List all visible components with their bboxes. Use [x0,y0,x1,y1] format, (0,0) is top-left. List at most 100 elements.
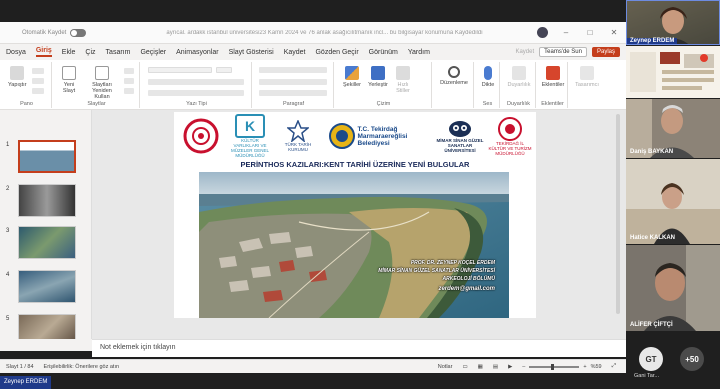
municipality-seal-icon [328,123,355,149]
present-in-teams-button[interactable]: Teams'de Sun [539,47,587,57]
zoom-out-icon[interactable]: – [522,364,525,370]
participant-tile[interactable]: Hatice KALKAN [626,159,720,244]
share-button[interactable]: Paylaş [591,47,620,57]
tab-gecisler[interactable]: Geçişler [140,49,166,56]
caption-author: PROF. DR. ZEYNEP KOÇEL ERDEM [410,260,495,266]
slide-thumbnail[interactable] [18,140,76,173]
reuse-slides-icon [95,66,109,80]
shapes-button[interactable]: Şekiller [340,66,364,88]
list-buttons[interactable] [259,67,327,73]
caption-email: zerdem@gmail.com [438,286,495,292]
group-label-yazi-tipi: Yazı Tipi [186,101,207,107]
tab-kaydet[interactable]: Kaydet [284,49,306,56]
reuse-slides-button[interactable]: Slaytları Yeniden Kullan [84,66,120,100]
more-participants-button[interactable]: +50 [680,347,704,371]
addins-button[interactable]: Eklentiler [540,66,566,88]
slide-thumbnail[interactable] [18,270,76,303]
tab-yardim[interactable]: Yardım [408,49,430,56]
close-icon[interactable]: ✕ [602,28,626,37]
tab-ekle[interactable]: Ekle [62,49,76,56]
participant-tile[interactable]: Zeynep ERDEM [626,0,720,45]
zoom-level[interactable]: %59 [591,364,602,370]
slide-thumbnail[interactable] [18,226,76,259]
record-button[interactable]: Kaydet [515,49,534,55]
reading-view-icon[interactable]: ▤ [493,364,498,370]
sensitivity-button[interactable]: Duyarlılık [504,66,534,88]
ttk-text: TÜRK TARİH KURUMU [284,142,312,152]
slide-thumbnails-pane: 1 2 3 4 5 6 [0,110,92,339]
layout-icon[interactable] [124,68,134,74]
ttk-logo: TÜRK TARİH KURUMU [278,114,318,158]
tab-giris[interactable]: Giriş [35,47,52,57]
minimize-icon[interactable]: – [554,28,578,37]
tab-slayt-gosterisi[interactable]: Slayt Gösterisi [229,49,274,56]
participant-name: Daniş BAYKAN [630,149,674,155]
caption-university: MİMAR SİNAN GÜZEL SANATLAR ÜNİVERSİTESİ [378,268,495,274]
thumb-number: 2 [6,186,10,192]
zoom-in-icon[interactable]: + [583,364,586,370]
kvmgm-icon: K [235,114,265,138]
reset-icon[interactable] [124,78,134,84]
zoom-slider[interactable] [529,363,580,370]
autosave-toggle[interactable] [70,28,87,37]
align-buttons[interactable] [259,79,327,85]
designer-label: Tasarımcı [575,82,599,88]
normal-view-icon[interactable]: ▭ [462,364,467,370]
microphone-icon [484,66,492,80]
tab-gozden-gecir[interactable]: Gözden Geçir [315,49,358,56]
tab-dosya[interactable]: Dosya [6,49,26,56]
group-label-paragraf: Paragraf [282,101,305,107]
tab-gorunum[interactable]: Görünüm [369,49,398,56]
slide-thumbnail[interactable] [18,184,76,217]
tab-tasarim[interactable]: Tasarım [106,49,131,56]
notes-toggle[interactable]: Notlar [438,364,453,370]
kvmgm-logo: K KÜLTÜR VARLIKLARI VE MÜZELER GENEL MÜD… [228,114,272,158]
dictate-button[interactable]: Dikte [479,66,497,88]
slide-sorter-icon[interactable]: ▦ [478,364,483,370]
notes-pane[interactable]: Not eklemek için tıklayın [92,339,626,357]
paste-button[interactable]: Yapıştır [8,66,27,88]
aerial-photo-image [199,172,509,318]
arrange-button[interactable]: Yerleştir [366,66,390,88]
ministry-seal-icon [183,118,219,154]
municipality-logo: T.C. Tekirdağ Marmaraereğlisi Belediyesi [326,114,432,158]
editing-label: Düzenleme [440,80,468,86]
font-format-buttons[interactable] [148,79,244,85]
font-family-select[interactable] [148,67,212,73]
quick-styles-button[interactable]: Hızlı Stiller [392,66,414,94]
font-color-buttons[interactable] [148,90,244,96]
ribbon: Yapıştır Pano Yeni Slayt Slaytları Yenid… [0,60,626,110]
editor-scrollbar[interactable] [616,114,620,314]
cut-icon[interactable] [32,68,44,74]
font-size-select[interactable] [216,67,232,73]
slideshow-icon[interactable]: ▶ [508,364,512,370]
designer-button[interactable]: Tasarımcı [572,66,602,88]
editing-button[interactable]: Düzenleme [436,66,472,86]
fit-slide-icon[interactable]: ⤢ [612,363,616,370]
sensitivity-label: Duyarlılık [507,82,531,88]
paragraph-tools[interactable] [259,90,327,96]
participant-avatar-gt[interactable]: GT [639,347,663,371]
slide-title: PERİNTHOS KAZILARI:KENT TARİHİ ÜZERİNE Y… [240,160,470,169]
aerial-photo: PROF. DR. ZEYNEP KOÇEL ERDEM MİMAR SİNAN… [199,172,509,318]
status-bar: Slayt 1 / 84 Erişilebilirlik: Önerilere … [0,359,626,373]
maximize-icon[interactable]: □ [578,28,602,37]
group-label-ses: Ses [482,101,493,107]
account-avatar[interactable] [537,27,548,38]
caption-department: ARKEOLOJİ BÖLÜMÜ [442,276,496,282]
participant-tile[interactable]: Daniş BAYKAN [626,99,720,158]
slide-thumbnail[interactable] [18,314,76,339]
addins-icon [546,66,560,80]
new-slide-button[interactable]: Yeni Slayt [58,66,80,94]
current-slide[interactable]: K KÜLTÜR VARLIKLARI VE MÜZELER GENEL MÜD… [174,112,536,318]
accessibility-status[interactable]: Erişilebilirlik: Önerilere göz atın [44,364,120,370]
format-painter-icon[interactable] [32,88,44,94]
shared-screen-tile[interactable] [626,46,720,98]
title-bar: Otomatik Kaydet ayrıcal. ardakk istanbul… [0,22,626,44]
copy-icon[interactable] [32,78,44,84]
section-icon[interactable] [124,88,134,94]
participant-tile[interactable]: ALİFER ÇİFTÇİ [626,245,720,331]
tab-animasyonlar[interactable]: Animasyonlar [176,49,218,56]
tab-ciz[interactable]: Çiz [85,49,95,56]
paste-label: Yapıştır [8,82,27,88]
